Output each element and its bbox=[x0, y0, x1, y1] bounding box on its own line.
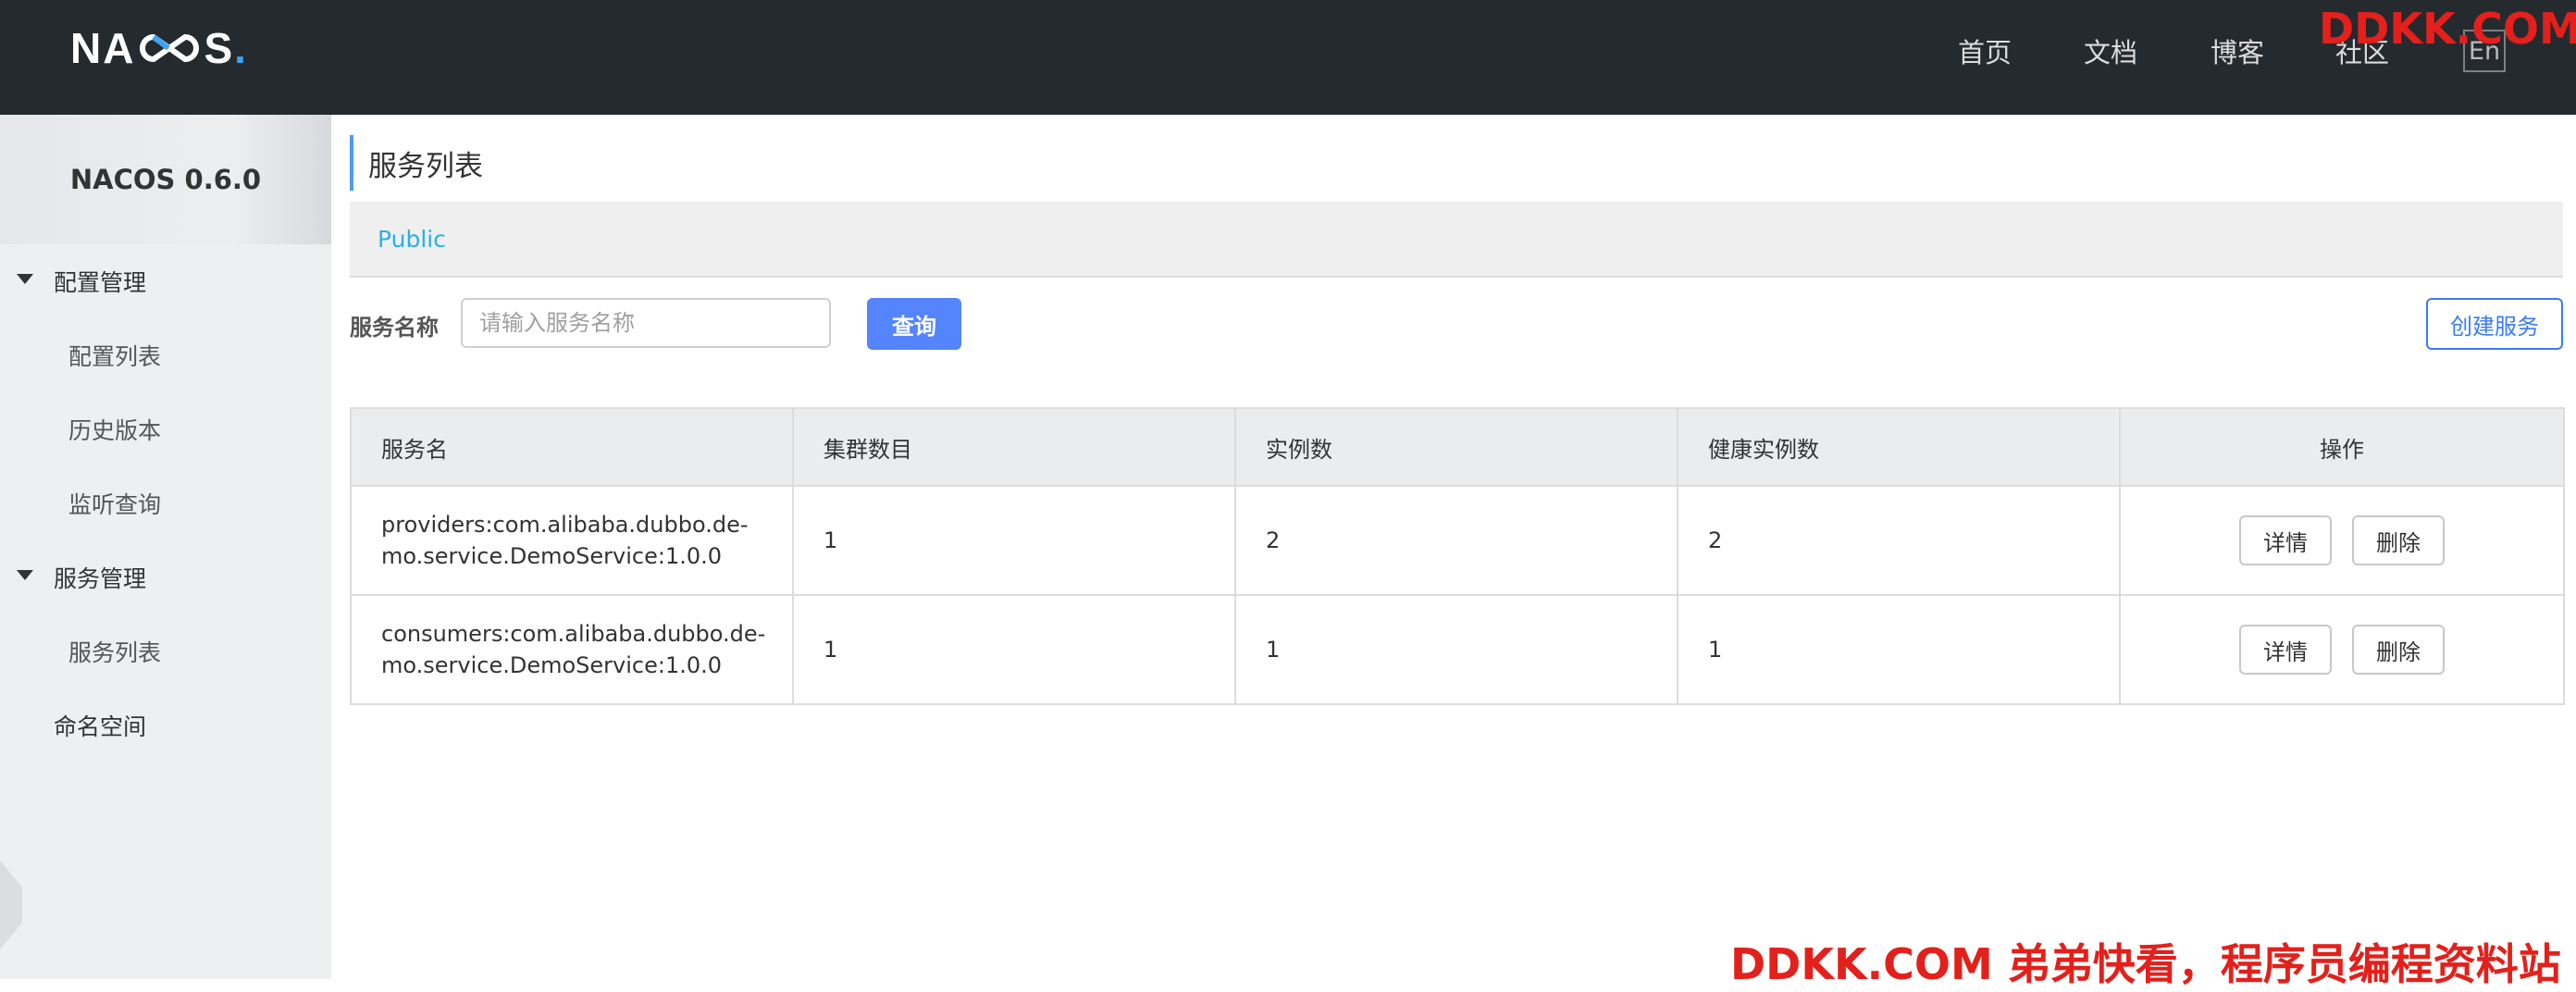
sidebar-item-config-list[interactable]: 配置列表 bbox=[68, 339, 161, 372]
col-header-healthy-instances: 健康实例数 bbox=[1677, 407, 2121, 487]
col-header-instances: 实例数 bbox=[1234, 407, 1678, 487]
sidebar-group-config[interactable]: 配置管理 bbox=[54, 265, 146, 298]
cell-actions: 详情 删除 bbox=[2119, 485, 2565, 596]
service-name-line: providers:com.alibaba.dubbo.de- bbox=[381, 512, 749, 538]
col-header-service-name: 服务名 bbox=[350, 407, 794, 487]
logo-dot: . bbox=[234, 24, 248, 72]
nav-docs[interactable]: 文档 bbox=[2084, 31, 2137, 70]
cell-service-name: consumers:com.alibaba.dubbo.de- mo.servi… bbox=[350, 594, 794, 705]
caret-down-icon[interactable] bbox=[17, 570, 33, 580]
query-button[interactable]: 查询 bbox=[867, 298, 961, 350]
col-header-actions: 操作 bbox=[2119, 407, 2565, 487]
watermark-top: DDKK.COM bbox=[2319, 4, 2576, 54]
title-accent-bar bbox=[350, 135, 353, 191]
col-header-clusters: 集群数目 bbox=[792, 407, 1236, 487]
service-name-label: 服务名称 bbox=[350, 315, 439, 341]
detail-button[interactable]: 详情 bbox=[2239, 625, 2332, 675]
watermark-bottom: DDKK.COM 弟弟快看，程序员编程资料站 bbox=[1730, 939, 2561, 989]
detail-button[interactable]: 详情 bbox=[2239, 515, 2332, 565]
cell-healthy-instances: 1 bbox=[1677, 594, 2121, 705]
cell-instances: 2 bbox=[1234, 485, 1678, 596]
nav-blog[interactable]: 博客 bbox=[2211, 31, 2264, 70]
delete-button[interactable]: 删除 bbox=[2352, 625, 2445, 675]
service-name-line: mo.service.DemoService:1.0.0 bbox=[381, 543, 723, 569]
service-table: 服务名 集群数目 实例数 健康实例数 操作 providers:com.alib… bbox=[350, 407, 2565, 705]
service-name-line: mo.service.DemoService:1.0.0 bbox=[381, 652, 723, 678]
logo-text-left: NA bbox=[70, 24, 136, 72]
cell-healthy-instances: 2 bbox=[1677, 485, 2121, 596]
cell-clusters: 1 bbox=[792, 485, 1236, 596]
create-service-button[interactable]: 创建服务 bbox=[2426, 298, 2563, 350]
table-header-row: 服务名 集群数目 实例数 健康实例数 操作 bbox=[350, 407, 2565, 487]
cell-actions: 详情 删除 bbox=[2119, 594, 2565, 705]
namespace-tab-public[interactable]: Public bbox=[378, 226, 446, 253]
sidebar-group-service[interactable]: 服务管理 bbox=[54, 561, 146, 594]
sidebar-item-service-list[interactable]: 服务列表 bbox=[68, 635, 161, 668]
delete-button[interactable]: 删除 bbox=[2352, 515, 2445, 565]
caret-down-icon[interactable] bbox=[17, 274, 33, 284]
sidebar-title: NACOS 0.6.0 bbox=[0, 115, 331, 244]
namespace-bar: Public bbox=[350, 202, 2563, 278]
service-name-input[interactable] bbox=[461, 298, 831, 348]
nav-home[interactable]: 首页 bbox=[1958, 31, 2012, 70]
logo-text-right: S bbox=[204, 24, 235, 72]
cell-clusters: 1 bbox=[792, 594, 1236, 705]
sidebar-item-namespace[interactable]: 命名空间 bbox=[54, 709, 146, 742]
sidebar: NACOS 0.6.0 配置管理 配置列表 历史版本 监听查询 服务管理 服务列… bbox=[0, 115, 331, 979]
sidebar-item-listener-query[interactable]: 监听查询 bbox=[68, 487, 161, 520]
table-row: consumers:com.alibaba.dubbo.de- mo.servi… bbox=[350, 594, 2565, 705]
nacos-logo[interactable]: NA S . bbox=[70, 20, 248, 76]
cell-instances: 1 bbox=[1234, 594, 1678, 705]
page-title: 服务列表 bbox=[368, 150, 483, 183]
top-navbar: NA S . 首页 文档 博客 社区 En bbox=[0, 0, 2576, 115]
cell-service-name: providers:com.alibaba.dubbo.de- mo.servi… bbox=[350, 485, 794, 596]
service-name-line: consumers:com.alibaba.dubbo.de- bbox=[381, 621, 766, 647]
sidebar-item-history[interactable]: 历史版本 bbox=[68, 413, 161, 446]
sidebar-collapse-handle[interactable] bbox=[0, 861, 22, 949]
table-row: providers:com.alibaba.dubbo.de- mo.servi… bbox=[350, 485, 2565, 596]
logo-infinity-icon bbox=[137, 30, 202, 67]
